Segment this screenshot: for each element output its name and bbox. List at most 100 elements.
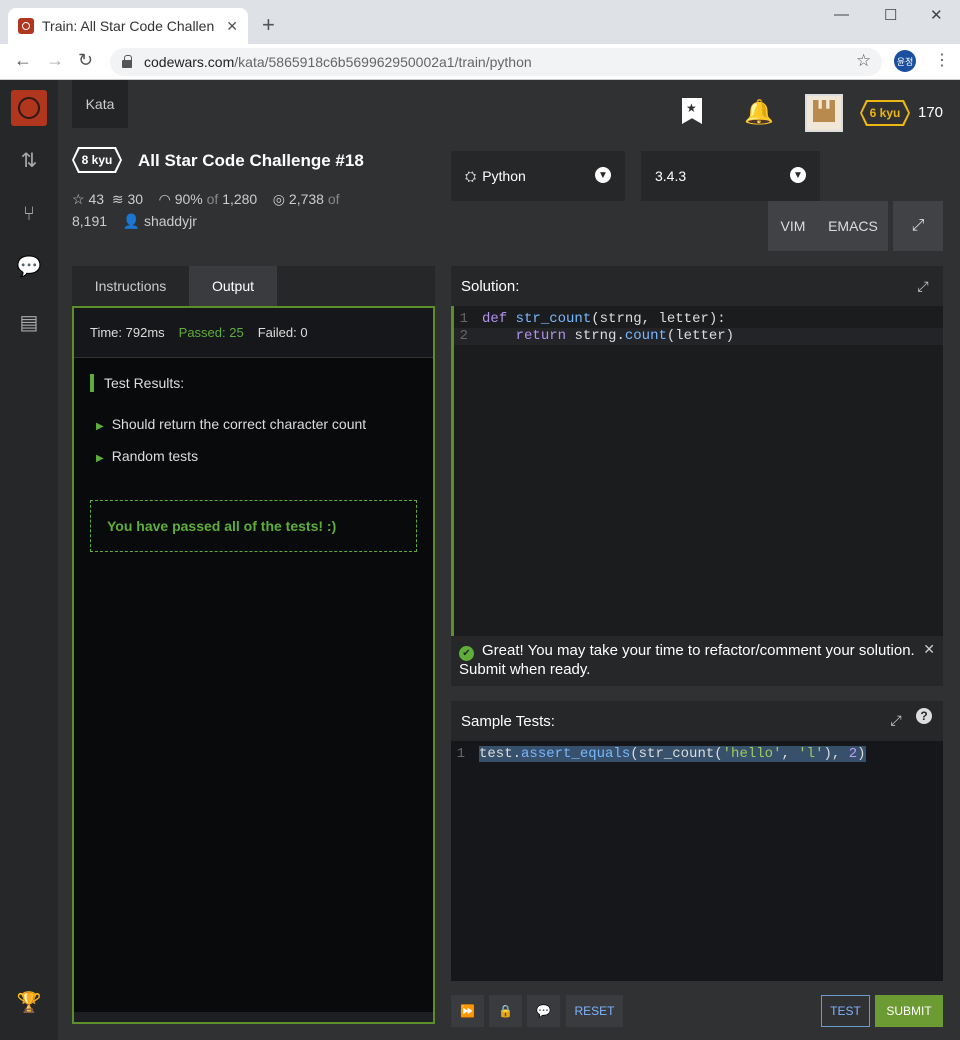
lock-icon[interactable]: 🔒: [489, 995, 522, 1027]
line-number: 1: [459, 311, 468, 327]
help-icon[interactable]: ?: [916, 708, 932, 724]
code-line: 1 def str_count(strng, letter):: [454, 311, 943, 328]
bookmark-icon[interactable]: [682, 98, 702, 124]
flash-message: Great! You may take your time to refacto…: [459, 642, 915, 678]
python-icon: ⛭: [465, 167, 477, 184]
practice-icon[interactable]: ⇅: [15, 146, 43, 174]
codewars-logo-icon[interactable]: [11, 90, 47, 126]
expand-solution-icon[interactable]: ⤢: [916, 279, 930, 293]
minimize-icon[interactable]: —: [834, 6, 849, 23]
line-number: 2: [459, 328, 468, 344]
solution-editor[interactable]: 1 def str_count(strng, letter): 2 return …: [451, 306, 943, 636]
emacs-mode-button[interactable]: EMACS: [818, 201, 888, 251]
code-token: ,: [781, 746, 799, 762]
kumite-fork-icon[interactable]: ⑂: [15, 200, 43, 228]
check-circle-icon: ✔: [459, 646, 474, 661]
reload-icon[interactable]: ↻: [78, 50, 93, 71]
language-select[interactable]: ⛭ Python ▼: [451, 151, 625, 201]
leaderboard-trophy-icon[interactable]: 🏆: [15, 988, 43, 1016]
docs-icon[interactable]: ▤: [15, 308, 43, 336]
user-avatar[interactable]: [805, 94, 843, 132]
test-group[interactable]: ▶ Should return the correct character cou…: [96, 416, 366, 432]
solution-title: Solution:: [461, 277, 520, 295]
output-footer: [74, 1012, 433, 1022]
close-window-icon[interactable]: ✕: [930, 6, 943, 24]
back-icon[interactable]: ←: [14, 50, 32, 71]
code-token: str_count: [515, 311, 592, 327]
panel-tabs: Instructions Output: [72, 266, 435, 306]
close-icon[interactable]: ✕: [923, 640, 935, 658]
user-rank-label: 6 kyu: [862, 102, 908, 124]
discuss-icon[interactable]: 💬: [527, 995, 560, 1027]
user-rank-badge[interactable]: 6 kyu: [860, 100, 910, 126]
code-token: return: [515, 328, 567, 344]
collections-icon: ≋: [111, 191, 124, 207]
reset-button[interactable]: RESET: [566, 995, 623, 1027]
kata-nav-tab[interactable]: Kata: [72, 80, 128, 128]
code-token: assert_equals: [521, 746, 631, 762]
submit-button[interactable]: SUBMIT: [875, 995, 943, 1027]
fullscreen-icon[interactable]: ⤢: [893, 201, 943, 251]
output-panel: Time: 792ms Passed: 25 Failed: 0 Test Re…: [72, 306, 435, 1024]
test-group[interactable]: ▶ Random tests: [96, 448, 198, 464]
completed-count: 2,738: [288, 191, 324, 207]
failed-count: Failed: 0: [257, 325, 308, 340]
sample-tests-editor[interactable]: 1 test.assert_equals(str_count('hello', '…: [451, 741, 943, 981]
new-tab-icon[interactable]: +: [262, 12, 275, 38]
kata-title[interactable]: All Star Code Challenge #18: [138, 151, 364, 171]
test-group-label: Random tests: [111, 448, 199, 464]
code-token: count: [624, 328, 667, 344]
version-select[interactable]: 3.4.3 ▼: [641, 151, 820, 201]
tab-title: Train: All Star Code Challen: [42, 18, 215, 34]
close-tab-icon[interactable]: ✕: [226, 18, 238, 35]
code-token: def: [482, 311, 508, 327]
test-button[interactable]: TEST: [821, 995, 870, 1027]
discuss-icon[interactable]: 💬: [15, 252, 43, 280]
code-token: test.: [479, 746, 522, 762]
success-flash: ✔ Great! You may take your time to refact…: [451, 636, 943, 686]
test-group-label: Should return the correct character coun…: [111, 416, 367, 432]
vim-mode-button[interactable]: VIM: [768, 201, 818, 251]
chevron-down-icon: ▼: [790, 167, 806, 183]
target-icon: ◎: [272, 191, 286, 207]
language-label: Python: [482, 168, 526, 184]
tab-instructions[interactable]: Instructions: [72, 266, 189, 306]
code-token: (str_count(: [630, 746, 723, 762]
version-label: 3.4.3: [655, 168, 687, 184]
expand-tests-icon[interactable]: ⤢: [889, 713, 903, 727]
code-token: ),: [823, 746, 849, 762]
lock-icon: [122, 55, 132, 68]
sidebar: ⇅ ⑂ 💬 ▤ 🏆: [0, 80, 58, 1040]
browser-menu-icon[interactable]: ⋮: [934, 50, 950, 70]
profile-avatar[interactable]: 윤정: [894, 50, 916, 72]
honor-count: 170: [918, 104, 944, 121]
sample-tests-header: Sample Tests:: [451, 701, 943, 741]
star-icon: ☆: [72, 191, 85, 207]
author-icon: 👤: [122, 213, 141, 229]
notifications-bell-icon[interactable]: 🔔: [744, 98, 774, 127]
satisfaction-icon: ◠: [158, 191, 171, 207]
collections-count: 30: [127, 191, 144, 207]
maximize-icon[interactable]: ☐: [884, 6, 897, 24]
codewars-favicon-icon: [18, 18, 34, 34]
solution-header: Solution:: [451, 266, 943, 306]
author-link[interactable]: shaddyjr: [144, 213, 197, 229]
of-label-2: of: [327, 191, 340, 207]
votes-count: 1,280: [222, 191, 258, 207]
kata-stats: ☆ 43 ≋ 30 ◠ 90% of 1,280 ◎ 2,738 of 8,19…: [72, 188, 372, 232]
tab-output[interactable]: Output: [189, 266, 277, 306]
skip-forward-icon[interactable]: ⏩: [451, 995, 484, 1027]
kata-rank-badge: 8 kyu: [72, 147, 122, 173]
forward-icon[interactable]: →: [46, 50, 64, 71]
satisfaction-rating: 90%: [174, 191, 203, 207]
code-token: (strng, letter):: [591, 311, 726, 327]
pass-message: You have passed all of the tests! :): [90, 500, 417, 552]
of-label: of: [206, 191, 219, 207]
code-line: 1 test.assert_equals(str_count('hello', '…: [451, 746, 943, 763]
code-token: 'l': [798, 746, 824, 762]
kata-rank-label: 8 kyu: [74, 149, 120, 171]
url-field[interactable]: codewars.com/kata/5865918c6b569962950002…: [110, 48, 882, 76]
browser-tab[interactable]: Train: All Star Code Challen ✕: [8, 8, 248, 44]
code-line: 2 return strng.count(letter): [454, 328, 943, 345]
bookmark-star-icon[interactable]: ☆: [856, 51, 871, 71]
